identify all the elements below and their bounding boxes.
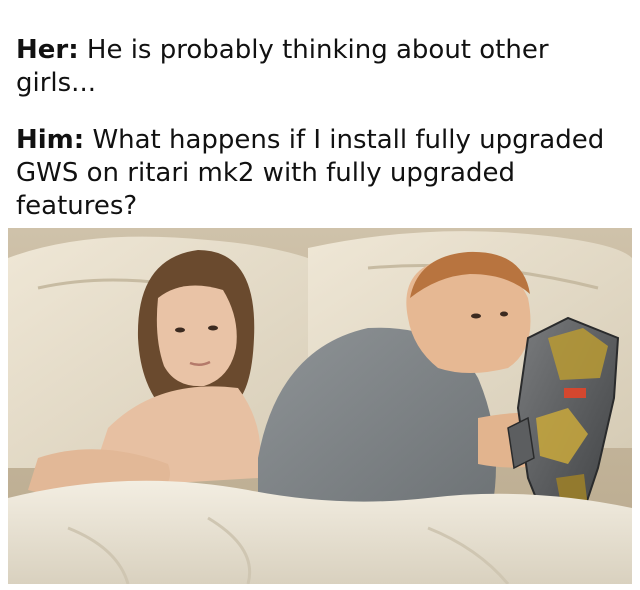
her-caption: Her: He is probably thinking about other… — [16, 34, 624, 100]
him-speaker-label: Him: — [16, 125, 85, 155]
him-caption: Him: What happens if I install fully upg… — [16, 124, 624, 223]
bed-scene-illustration — [8, 228, 632, 584]
her-thought-text: He is probably thinking about other girl… — [16, 35, 549, 98]
him-thought-text: What happens if I install fully upgraded… — [16, 125, 605, 221]
meme-photo — [8, 228, 632, 584]
her-speaker-label: Her: — [16, 35, 79, 65]
